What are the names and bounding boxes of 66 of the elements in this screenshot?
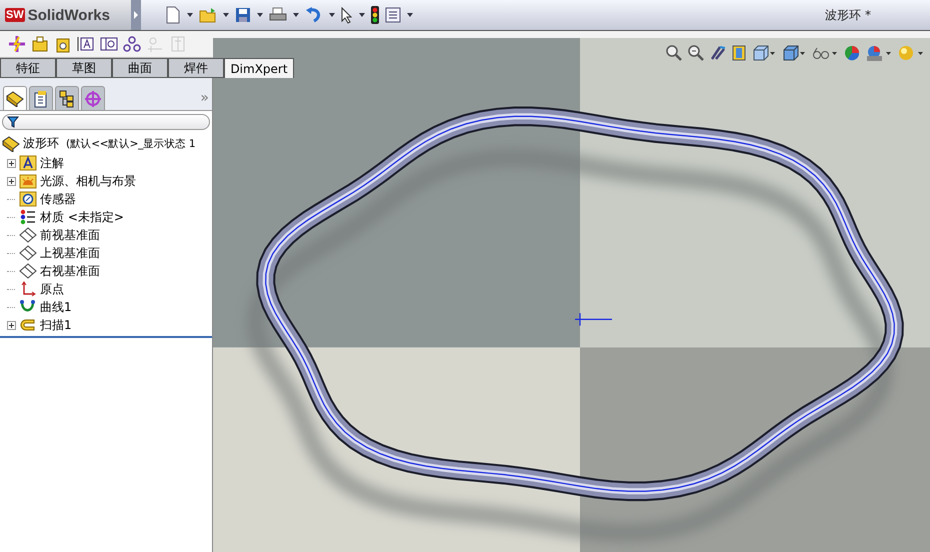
configuration-label: (默认<<默认>_显示状态 1 xyxy=(66,136,196,150)
command-tab[interactable]: 焊件 xyxy=(168,58,224,78)
tree-item[interactable]: 前视基准面 xyxy=(40,226,100,244)
command-tab[interactable]: 特征 xyxy=(0,58,56,78)
smart-dimension-icon[interactable] xyxy=(8,35,26,53)
list-icon[interactable] xyxy=(385,7,401,23)
tree-item[interactable]: 右视基准面 xyxy=(40,262,100,280)
expand-panel-button[interactable]: » xyxy=(200,90,209,110)
command-tab[interactable]: 曲面 xyxy=(112,58,168,78)
tree-item[interactable]: 传感器 xyxy=(40,190,76,208)
app-logo[interactable]: SW SolidWorks xyxy=(0,0,131,30)
feature-tree-tab[interactable] xyxy=(3,86,27,110)
clipboard-icon xyxy=(33,90,49,108)
plane-icon xyxy=(19,263,37,279)
expand-icon[interactable] xyxy=(6,320,16,330)
configuration-tab[interactable] xyxy=(55,86,79,110)
expand-icon[interactable] xyxy=(6,176,16,186)
caret-icon[interactable] xyxy=(223,13,229,17)
pattern-icon[interactable] xyxy=(123,35,141,53)
logo-icon: SW xyxy=(5,8,25,22)
lights-icon xyxy=(19,173,37,189)
undo-icon[interactable] xyxy=(305,7,323,23)
zoom-area-icon[interactable] xyxy=(688,45,704,61)
zoom-fit-icon[interactable] xyxy=(666,45,682,61)
expand-icon[interactable] xyxy=(6,158,16,168)
caret-icon[interactable] xyxy=(257,13,263,17)
printer-icon[interactable] xyxy=(269,7,287,23)
command-tab[interactable]: 草图 xyxy=(56,58,112,78)
pointer-icon[interactable] xyxy=(341,6,353,24)
sweep-icon xyxy=(19,317,37,333)
new-document-icon[interactable] xyxy=(165,6,181,24)
tree-item[interactable]: 材质 <未指定> xyxy=(40,208,124,226)
plane-icon xyxy=(19,245,37,261)
tree-item[interactable]: 光源、相机与布景 xyxy=(40,172,136,190)
app-name: SolidWorks xyxy=(28,6,110,24)
sensor-icon xyxy=(19,191,37,207)
traffic-light-icon[interactable] xyxy=(371,6,379,24)
document-title: 波形环 * xyxy=(825,6,871,24)
property-tab[interactable] xyxy=(29,86,53,110)
glasses-icon[interactable] xyxy=(812,45,838,61)
origin-icon xyxy=(19,281,37,297)
command-tab[interactable]: DimXpert xyxy=(224,58,294,78)
caret-icon[interactable] xyxy=(329,13,335,17)
annotation-icon xyxy=(19,155,37,171)
caret-icon[interactable] xyxy=(187,13,193,17)
note-icon[interactable] xyxy=(77,35,95,53)
save-icon[interactable] xyxy=(235,7,251,23)
blocks-icon xyxy=(2,136,20,152)
hierarchy-icon xyxy=(59,90,75,108)
tree-item[interactable]: 上视基准面 xyxy=(40,244,100,262)
view-orientation-icon[interactable] xyxy=(752,45,776,61)
blocks-icon xyxy=(6,90,24,106)
caret-icon[interactable] xyxy=(359,13,365,17)
filter-field[interactable] xyxy=(2,114,210,130)
crosshair-icon xyxy=(84,90,102,108)
tree-item[interactable]: 原点 xyxy=(40,280,64,298)
tree-item[interactable]: 注解 xyxy=(40,154,64,172)
filter-icon xyxy=(7,116,19,128)
caret-icon[interactable] xyxy=(407,13,413,17)
tree-item[interactable]: 扫描1 xyxy=(40,316,72,334)
part-name[interactable]: 波形环 xyxy=(23,135,59,152)
plane-icon xyxy=(19,227,37,243)
folder-icon[interactable] xyxy=(199,7,217,23)
material-icon xyxy=(19,209,37,225)
caret-icon[interactable] xyxy=(293,13,299,17)
tree-item[interactable]: 曲线1 xyxy=(40,298,72,316)
